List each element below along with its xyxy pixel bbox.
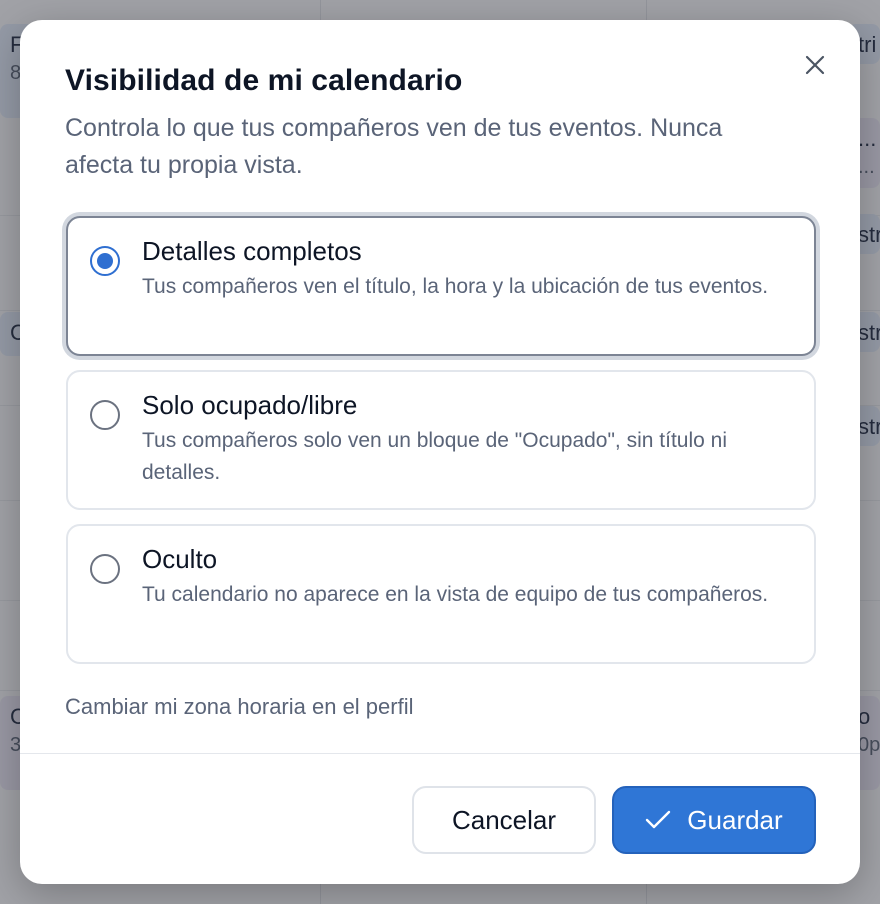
option-busy-free[interactable]: Solo ocupado/libre Tus compañeros solo v… [66,370,816,510]
option-description: Tu calendario no aparece en la vista de … [142,583,769,606]
radio-button[interactable] [90,246,120,276]
option-description: Tus compañeros ven el título, la hora y … [142,275,769,298]
change-timezone-link[interactable]: Cambiar mi zona horaria en el perfil [65,694,414,720]
option-title: Detalles completos [142,236,362,266]
save-button-label: Guardar [687,804,783,835]
radio-button[interactable] [90,554,120,584]
radio-button[interactable] [90,400,120,430]
cancel-button[interactable]: Cancelar [412,786,596,854]
dialog-title: Visibilidad de mi calendario [65,64,463,97]
close-icon [805,55,825,75]
cancel-button-label: Cancelar [451,804,557,835]
option-hidden[interactable]: Oculto Tu calendario no aparece en la vi… [66,524,816,664]
dialog-description: Controla lo que tus compañeros ven de tu… [65,114,723,179]
option-full-details[interactable]: Detalles completos Tus compañeros ven el… [66,216,816,356]
check-icon [646,810,671,829]
footer-divider [20,753,860,754]
save-button[interactable]: Guardar [612,786,816,854]
radio-selected-dot [97,253,113,269]
option-title: Solo ocupado/libre [142,390,358,420]
visibility-dialog: Visibilidad de mi calendario Controla lo… [20,20,860,884]
close-button[interactable] [802,52,828,78]
option-title: Oculto [142,544,218,574]
option-description: Tus compañeros solo ven un bloque de "Oc… [142,429,727,484]
